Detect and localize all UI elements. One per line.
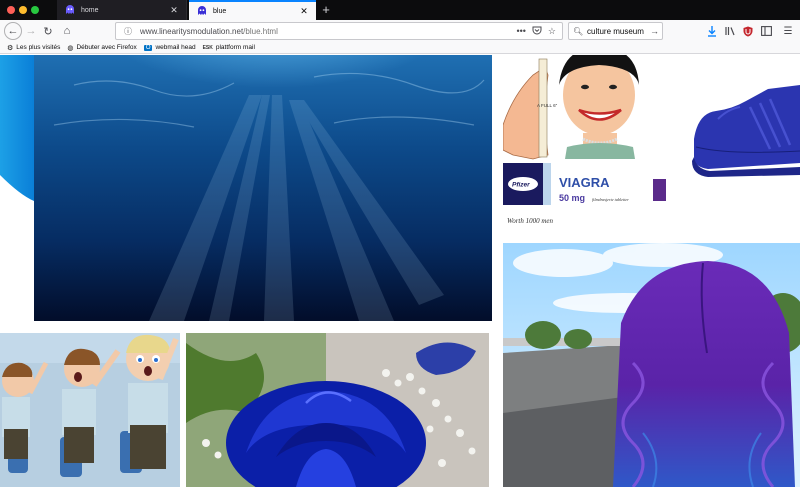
url-actions: ••• ☆ [516,26,556,37]
pfizer-text: Pfizer [512,182,530,189]
home-button[interactable]: ⌂ [59,22,75,40]
back-button[interactable]: ← [4,22,22,40]
url-bar[interactable]: ⓘ www.linearitysmodulation.net/blue.html… [115,22,563,40]
arrow-right-icon: → [25,25,37,37]
search-bar[interactable]: 🔍︎ culture museum → [568,22,663,40]
pocket-icon[interactable] [532,26,542,37]
info-icon[interactable]: ⓘ [120,26,136,37]
tab-blue[interactable]: blue ✕ [189,0,316,20]
tab-home-title: home [81,6,99,14]
bookmark-label: plattform mail [215,44,255,51]
viagra-text: VIAGRA [559,175,610,190]
vintage-ad-image: A FULL 6" Pfizer VIAGRA 50 mg filmdrasje… [503,55,670,233]
browser-window: home ✕ blue ✕ + ← → ↻ ⌂ ⓘ www.linearitys… [0,0,800,487]
ublock-button[interactable] [740,23,756,39]
downloads-button[interactable] [704,23,720,39]
bookmark-label: Les plus visités [16,44,61,51]
url-path: /blue.html [243,26,278,36]
blue-rose-image [186,333,489,487]
tab-blue-close-icon[interactable]: ✕ [297,6,311,17]
outlook-icon: O [143,44,153,51]
window-minimize-button[interactable] [19,6,27,14]
home-icon: ⌂ [63,25,71,37]
tab-blue-title: blue [213,7,227,15]
bookmark-plattform-mail[interactable]: ESK plattform mail [203,44,255,51]
esk-icon: ESK [202,44,213,51]
bookmark-star-icon[interactable]: ☆ [548,26,556,37]
tab-home-close-icon[interactable]: ✕ [167,5,181,16]
cartoon-boys-image [0,333,180,487]
nav-toolbar: ← → ↻ ⌂ ⓘ www.linearitysmodulation.net/b… [0,20,800,42]
bookmark-most-visited[interactable]: ⚙ Les plus visités [7,44,60,52]
gear-icon: ⚙ [7,44,14,52]
search-input[interactable]: culture museum [587,27,650,36]
new-tab-button[interactable]: + [318,1,334,19]
signature-text: Worth 1000 men [507,217,554,225]
firefox-icon: ◍ [67,44,74,52]
sidebar-icon [760,26,772,36]
sidebar-button[interactable] [758,23,774,39]
bookmark-getting-started[interactable]: ◍ Débuter avec Firefox [67,44,136,52]
dose-note-text: filmdrasjerte tabletter [592,197,629,202]
bookmark-webmail-head[interactable]: O webmail head [143,44,196,51]
ghost-favicon-icon [197,6,207,16]
reload-button[interactable]: ↻ [41,22,55,40]
page-actions-icon[interactable]: ••• [516,26,525,36]
url-text[interactable]: www.linearitysmodulation.net/blue.html [136,27,516,36]
reload-icon: ↻ [43,25,53,38]
window-close-button[interactable] [7,6,15,14]
arrow-left-icon: ← [7,25,19,37]
purple-hair-image [503,243,800,487]
library-icon [724,27,735,36]
download-icon [708,25,716,37]
url-host: www.linearitysmodulation.net [140,26,244,36]
blue-edge-image [0,55,34,201]
bookmark-label: webmail head [155,44,196,51]
tab-home[interactable]: home ✕ [57,0,187,20]
shield-icon [743,26,753,36]
search-icon: 🔍︎ [573,26,584,36]
tab-strip: home ✕ blue ✕ + [0,0,800,20]
dose-text: 50 mg [559,193,585,203]
ruler-label: A FULL 6" [537,103,558,108]
forward-button[interactable]: → [24,22,38,40]
search-go-icon[interactable]: → [650,26,662,36]
hamburger-menu-icon: ☰ [783,25,793,37]
blue-sneaker-image [688,77,800,177]
ghost-favicon-icon [65,5,75,15]
menu-button[interactable]: ☰ [780,23,796,39]
underwater-image [34,55,492,321]
library-button[interactable] [722,23,738,39]
page-content: A FULL 6" Pfizer VIAGRA 50 mg filmdrasje… [0,55,800,487]
window-maximize-button[interactable] [31,6,39,14]
bookmark-label: Débuter avec Firefox [76,44,137,51]
bookmarks-toolbar: ⚙ Les plus visités ◍ Débuter avec Firefo… [0,42,800,54]
